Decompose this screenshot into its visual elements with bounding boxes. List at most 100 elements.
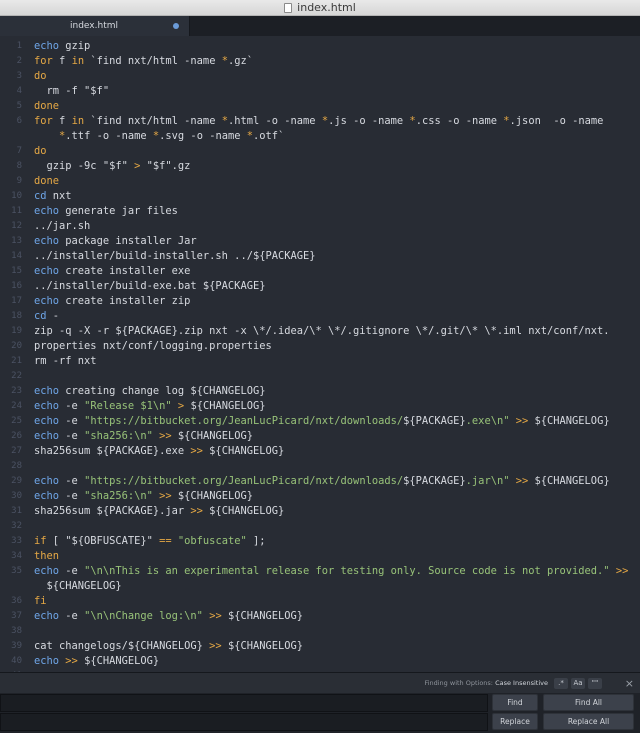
code-text[interactable]: echo -e "\n\nChange log:\n" >> ${CHANGEL… [34,609,303,624]
code-line[interactable]: 2 for f in `find nxt/html -name *.gz` [0,54,640,69]
code-text[interactable]: echo generate jar files [34,204,178,219]
line-number: 23 [11,386,22,396]
code-line[interactable]: 7 do [0,144,640,159]
code-text[interactable]: echo create installer exe [34,264,190,279]
code-line[interactable]: 3 do [0,69,640,84]
code-line[interactable]: *.ttf -o -name *.svg -o -name *.otf` [0,129,640,144]
code-line[interactable]: 36 fi [0,594,640,609]
code-token: "\n\nChange log:\n" [84,610,203,622]
code-line[interactable]: 12 ../jar.sh [0,219,640,234]
code-text[interactable]: echo package installer Jar [34,234,197,249]
code-line[interactable]: ${CHANGELOG} [0,579,640,594]
code-line[interactable]: 19 zip -q -X -r ${PACKAGE}.zip nxt -x \*/… [0,324,640,339]
code-line[interactable]: 40 echo >> ${CHANGELOG} [0,654,640,669]
code-text[interactable]: echo -e "sha256:\n" >> ${CHANGELOG} [34,429,253,444]
code-text[interactable]: ../jar.sh [34,219,90,234]
code-text[interactable]: done [34,99,59,114]
code-text[interactable]: zip -q -X -r ${PACKAGE}.zip nxt -x \*/.i… [34,324,610,339]
code-text[interactable]: if [ "${OBFUSCATE}" == "obfuscate" ]; [34,534,266,549]
line-number: 18 [11,311,22,321]
code-line[interactable]: 34 then [0,549,640,564]
code-text[interactable]: cd nxt [34,189,72,204]
code-line[interactable]: 32 [0,519,640,534]
code-line[interactable]: 20 properties nxt/conf/logging.properties [0,339,640,354]
find-all-button[interactable]: Find All [543,694,634,711]
code-line[interactable]: 25 echo -e "https://bitbucket.org/JeanLuc… [0,414,640,429]
tab-index-html[interactable]: index.html [0,16,190,36]
code-text[interactable]: echo create installer zip [34,294,190,309]
code-line[interactable]: 14 ../installer/build-installer.sh ../${P… [0,249,640,264]
code-text[interactable]: do [34,69,47,84]
code-line[interactable]: 15 echo create installer exe [0,264,640,279]
code-line[interactable]: 24 echo -e "Release $1\n" > ${CHANGELOG} [0,399,640,414]
code-text[interactable]: for f in `find nxt/html -name *.html -o … [34,114,603,129]
code-text[interactable]: echo -e "\n\nThis is an experimental rel… [34,564,628,579]
code-text[interactable]: fi [34,594,47,609]
code-line[interactable]: 11 echo generate jar files [0,204,640,219]
code-text[interactable]: ${CHANGELOG} [34,579,122,594]
code-line[interactable]: 37 echo -e "\n\nChange log:\n" >> ${CHANG… [0,609,640,624]
replace-input[interactable] [0,713,488,731]
code-text[interactable]: cat changelogs/${CHANGELOG} >> ${CHANGEL… [34,639,303,654]
code-line[interactable]: 27 sha256sum ${PACKAGE}.exe >> ${CHANGELO… [0,444,640,459]
code-text[interactable]: done [34,174,59,189]
code-line[interactable]: 18 cd - [0,309,640,324]
unsaved-indicator-icon[interactable] [173,23,179,29]
code-text[interactable]: echo -e "Release $1\n" > ${CHANGELOG} [34,399,266,414]
code-line[interactable]: 13 echo package installer Jar [0,234,640,249]
code-line[interactable]: 16 ../installer/build-exe.bat ${PACKAGE} [0,279,640,294]
code-text[interactable]: rm -rf nxt [34,354,97,369]
code-line[interactable]: 22 [0,369,640,384]
code-text[interactable]: for f in `find nxt/html -name *.gz` [34,54,253,69]
code-text[interactable]: rm -f "$f" [34,84,110,99]
code-line[interactable]: 5 done [0,99,640,114]
whole-word-toggle[interactable]: "" [588,678,602,689]
code-line[interactable]: 17 echo create installer zip [0,294,640,309]
find-button[interactable]: Find [492,694,538,711]
code-line[interactable]: 33 if [ "${OBFUSCATE}" == "obfuscate" ]; [0,534,640,549]
code-token: >> [190,445,203,457]
code-text[interactable]: ../installer/build-exe.bat ${PACKAGE} [34,279,265,294]
code-line[interactable]: 4 rm -f "$f" [0,84,640,99]
close-icon[interactable]: × [625,677,634,690]
code-text[interactable]: *.ttf -o -name *.svg -o -name *.otf` [34,129,284,144]
code-line[interactable]: 29 echo -e "https://bitbucket.org/JeanLuc… [0,474,640,489]
code-text[interactable]: echo >> ${CHANGELOG} [34,654,159,669]
code-line[interactable]: 9 done [0,174,640,189]
code-text[interactable]: gzip -9c "$f" > "$f".gz [34,159,191,174]
code-line[interactable]: 38 [0,624,640,639]
code-line[interactable]: 6 for f in `find nxt/html -name *.html -o… [0,114,640,129]
code-line[interactable]: 39 cat changelogs/${CHANGELOG} >> ${CHANG… [0,639,640,654]
case-sensitive-toggle[interactable]: Aa [571,678,585,689]
code-line[interactable]: 26 echo -e "sha256:\n" >> ${CHANGELOG} [0,429,640,444]
code-text[interactable]: properties nxt/conf/logging.properties [34,339,272,354]
regex-toggle[interactable]: .* [554,678,568,689]
code-text[interactable]: sha256sum ${PACKAGE}.exe >> ${CHANGELOG} [34,444,284,459]
code-line[interactable]: 28 [0,459,640,474]
code-editor[interactable]: 1 echo gzip 2 for f in `find nxt/html -name… [0,36,640,672]
code-line[interactable]: 21 rm -rf nxt [0,354,640,369]
replace-all-button[interactable]: Replace All [543,713,634,730]
document-icon [284,2,293,13]
code-token: echo [34,655,60,667]
code-text[interactable]: echo -e "sha256:\n" >> ${CHANGELOG} [34,489,253,504]
code-line[interactable]: 23 echo creating change log ${CHANGELOG} [0,384,640,399]
code-text[interactable]: then [34,549,59,564]
code-text[interactable]: echo -e "https://bitbucket.org/JeanLucPi… [34,414,610,429]
replace-button[interactable]: Replace [492,713,538,730]
code-text[interactable]: do [34,144,47,159]
code-text[interactable]: echo -e "https://bitbucket.org/JeanLucPi… [34,474,610,489]
code-text[interactable]: echo creating change log ${CHANGELOG} [34,384,265,399]
code-line[interactable]: 1 echo gzip [0,39,640,54]
code-text[interactable]: echo gzip [34,39,90,54]
code-line[interactable]: 30 echo -e "sha256:\n" >> ${CHANGELOG} [0,489,640,504]
code-line[interactable]: 31 sha256sum ${PACKAGE}.jar >> ${CHANGELO… [0,504,640,519]
code-text[interactable]: cd - [34,309,59,324]
code-token: `find nxt/html -name [84,115,222,127]
code-text[interactable]: ../installer/build-installer.sh ../${PAC… [34,249,316,264]
code-line[interactable]: 10 cd nxt [0,189,640,204]
code-text[interactable]: sha256sum ${PACKAGE}.jar >> ${CHANGELOG} [34,504,284,519]
find-input[interactable] [0,694,488,712]
code-line[interactable]: 8 gzip -9c "$f" > "$f".gz [0,159,640,174]
code-line[interactable]: 35 echo -e "\n\nThis is an experimental r… [0,564,640,579]
